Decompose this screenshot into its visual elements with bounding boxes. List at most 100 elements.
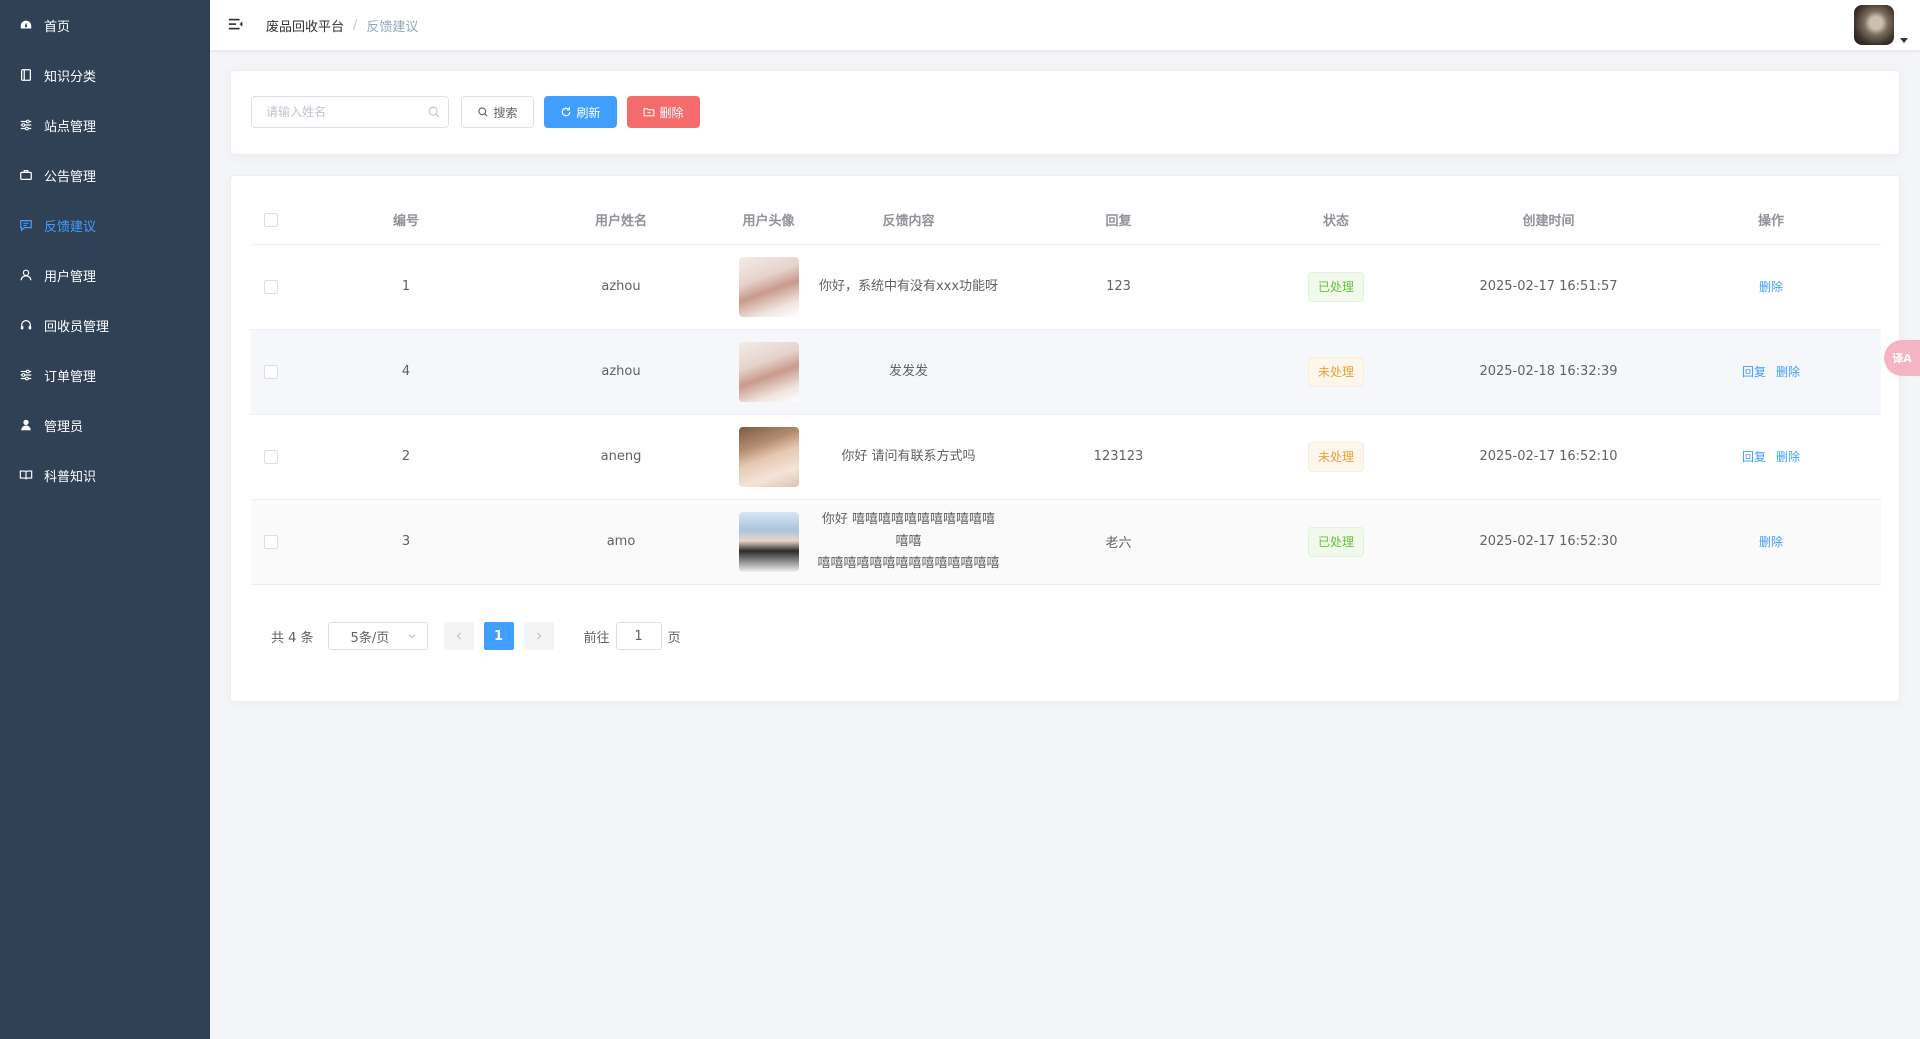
feedback-content-line: 发发发 [888, 363, 928, 379]
delete-link[interactable]: 删除 [1776, 365, 1800, 379]
search-button-label: 搜索 [493, 105, 518, 120]
book-icon [18, 67, 34, 83]
sidebar-item-science-knowledge[interactable]: 科普知识 [0, 450, 210, 500]
id-cell: 2 [291, 414, 521, 500]
refresh-button-label: 刷新 [576, 105, 601, 120]
actions-cell: 删除 [1661, 499, 1881, 585]
page-size-select[interactable]: 5条/页 [327, 622, 428, 650]
goto-page-input[interactable] [615, 622, 662, 650]
pagination-total: 共 4 条 [271, 630, 314, 646]
page-size-value: 5条/页 [350, 630, 390, 646]
sidebar-item-site-management[interactable]: 站点管理 [0, 100, 210, 150]
username-cell: azhou [521, 244, 721, 330]
prev-page-button[interactable] [443, 622, 474, 650]
row-checkbox[interactable] [264, 364, 278, 379]
actions-cell: 回复 删除 [1661, 414, 1881, 500]
page-suffix-label: 页 [667, 630, 681, 646]
row-checkbox[interactable] [264, 534, 278, 549]
table-card: 编号 用户姓名 用户头像 反馈内容 回复 状态 创建时间 操作 1 azhou … [230, 175, 1900, 702]
column-header: 操作 [1661, 196, 1881, 245]
sidebar-item-label: 首页 [44, 19, 71, 35]
delete-link[interactable]: 删除 [1759, 280, 1783, 294]
next-page-button[interactable] [523, 622, 554, 650]
page-number-current[interactable]: 1 [483, 622, 514, 650]
feedback-content-cell: 发发发 [816, 329, 1001, 415]
table-row: 1 azhou 你好，系统中有没有xxx功能呀 123 已处理 2025-02-… [251, 244, 1881, 330]
refresh-button[interactable]: 刷新 [544, 96, 617, 128]
sliders-icon [18, 367, 34, 383]
table-header-row: 编号 用户姓名 用户头像 反馈内容 回复 状态 创建时间 操作 [251, 196, 1881, 245]
top-navbar: 废品回收平台 / 反馈建议 [210, 0, 1920, 50]
created-time-cell: 2025-02-17 16:52:10 [1436, 414, 1661, 500]
reply-link[interactable]: 回复 [1742, 450, 1766, 464]
feedback-content-line: 嘻嘻嘻嘻嘻嘻嘻嘻嘻嘻嘻嘻嘻嘻 [817, 555, 1000, 571]
sidebar-item-label: 管理员 [44, 419, 84, 435]
column-header: 用户头像 [721, 196, 816, 245]
user-avatar-image[interactable] [738, 256, 799, 317]
hamburger-icon[interactable] [226, 15, 246, 35]
refresh-icon [562, 107, 571, 117]
translate-float-button[interactable]: 译A [1884, 340, 1920, 376]
sidebar-item-admin[interactable]: 管理员 [0, 400, 210, 450]
select-all-checkbox[interactable] [264, 212, 278, 227]
id-cell: 4 [291, 329, 521, 415]
sidebar-item-collector-management[interactable]: 回收员管理 [0, 300, 210, 350]
sidebar-item-feedback[interactable]: 反馈建议 [0, 200, 210, 250]
folder-delete-icon [644, 108, 655, 117]
breadcrumb-current: 反馈建议 [366, 19, 419, 35]
sidebar-item-home[interactable]: 首页 [0, 0, 210, 50]
column-header: 反馈内容 [816, 196, 1001, 245]
delete-link[interactable]: 删除 [1759, 535, 1783, 549]
feedback-content-cell: 你好 嘻嘻嘻嘻嘻嘻嘻嘻嘻嘻嘻嘻嘻 嘻嘻嘻嘻嘻嘻嘻嘻嘻嘻嘻嘻嘻嘻 [816, 499, 1001, 585]
sidebar-item-label: 科普知识 [44, 469, 97, 485]
dashboard-icon [18, 17, 34, 33]
delete-link[interactable]: 删除 [1776, 450, 1800, 464]
chevron-right-icon [536, 632, 541, 640]
id-cell: 1 [291, 244, 521, 330]
sidebar-item-knowledge-category[interactable]: 知识分类 [0, 50, 210, 100]
sidebar-item-announcement[interactable]: 公告管理 [0, 150, 210, 200]
sidebar-item-order-management[interactable]: 订单管理 [0, 350, 210, 400]
chevron-down-icon [408, 634, 415, 639]
sidebar-item-label: 知识分类 [44, 69, 97, 85]
avatar[interactable] [1854, 5, 1894, 45]
breadcrumb-separator: / [353, 17, 358, 33]
actions-cell: 回复 删除 [1661, 329, 1881, 415]
table-row: 2 aneng 你好 请问有联系方式吗 123123 未处理 2025-02-1… [251, 414, 1881, 500]
user-avatar-image[interactable] [738, 511, 799, 572]
feedback-content-line: 你好 请问有联系方式吗 [841, 448, 976, 464]
actions-cell: 删除 [1661, 244, 1881, 330]
search-icon [478, 107, 489, 117]
user-avatar-image[interactable] [738, 341, 799, 402]
sidebar-item-user-management[interactable]: 用户管理 [0, 250, 210, 300]
reply-cell: 老六 [1001, 499, 1236, 585]
user-menu[interactable] [1854, 5, 1908, 45]
row-checkbox[interactable] [264, 449, 278, 464]
search-button[interactable]: 搜索 [461, 96, 534, 128]
select-all-cell [251, 196, 291, 245]
status-badge: 已处理 [1307, 271, 1364, 302]
feedback-content-cell: 你好 请问有联系方式吗 [816, 414, 1001, 500]
table-row: 4 azhou 发发发 未处理 2025-02-18 16:32:39 回复 删除 [251, 329, 1881, 415]
breadcrumb-root[interactable]: 废品回收平台 [266, 16, 344, 35]
username-cell: azhou [521, 329, 721, 415]
caret-down-icon[interactable] [1900, 38, 1908, 43]
created-time-cell: 2025-02-18 16:32:39 [1436, 329, 1661, 415]
headset-icon [18, 317, 34, 333]
user-avatar-image[interactable] [738, 426, 799, 487]
row-checkbox[interactable] [264, 279, 278, 294]
reply-link[interactable]: 回复 [1742, 365, 1766, 379]
search-input[interactable] [251, 96, 449, 128]
id-cell: 3 [291, 499, 521, 585]
feedback-table: 编号 用户姓名 用户头像 反馈内容 回复 状态 创建时间 操作 1 azhou … [251, 196, 1881, 585]
column-header: 回复 [1001, 196, 1236, 245]
feedback-content-line: 你好 嘻嘻嘻嘻嘻嘻嘻嘻嘻嘻嘻嘻嘻 [821, 511, 996, 549]
username-cell: aneng [521, 414, 721, 500]
feedback-content-cell: 你好，系统中有没有xxx功能呀 [816, 244, 1001, 330]
chevron-left-icon [456, 632, 461, 640]
user-icon [18, 267, 34, 283]
pagination: 共 4 条 5条/页 1 前往 页 [251, 621, 681, 651]
table-row: 3 amo 你好 嘻嘻嘻嘻嘻嘻嘻嘻嘻嘻嘻嘻嘻 嘻嘻嘻嘻嘻嘻嘻嘻嘻嘻嘻嘻嘻嘻 老六… [251, 499, 1881, 585]
batch-delete-button[interactable]: 删除 [627, 96, 700, 128]
column-header: 编号 [291, 196, 521, 245]
